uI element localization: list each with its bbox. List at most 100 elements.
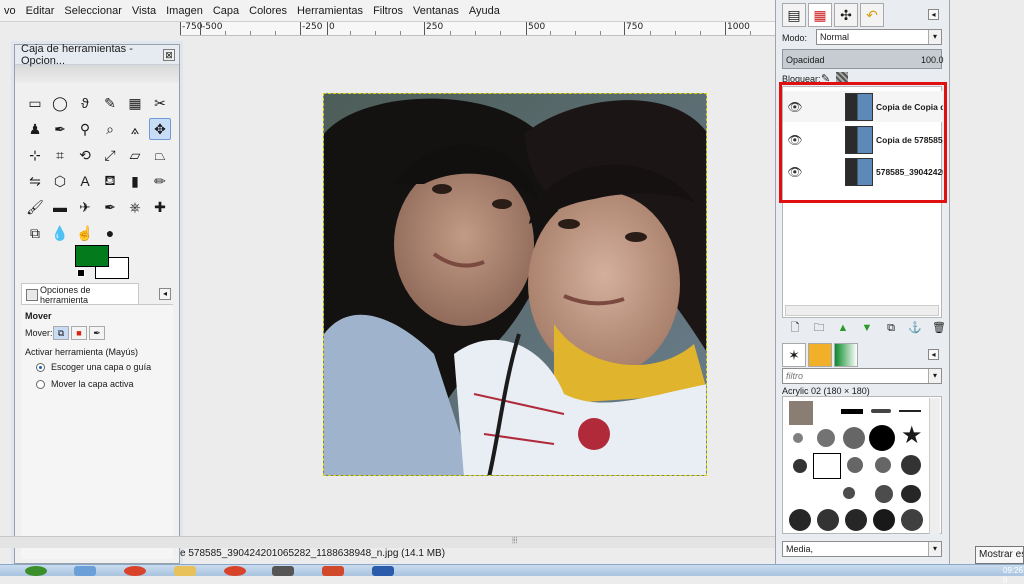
move-icon[interactable]: ✥ (149, 118, 171, 140)
menu-layer[interactable]: Capa (209, 5, 245, 17)
taskbar-powerpoint-icon[interactable] (322, 566, 344, 576)
taskbar-chrome-icon-2[interactable] (224, 566, 246, 576)
heal-icon[interactable]: ✚ (149, 196, 171, 218)
perspective-clone-icon[interactable]: ⧉ (24, 222, 46, 244)
star-brush-icon[interactable]: ★ (901, 423, 923, 449)
brush-item[interactable] (901, 509, 923, 531)
bucket-fill-icon[interactable]: ⛾ (99, 170, 121, 192)
duplicate-layer-icon[interactable]: ⧉ (882, 320, 900, 336)
start-button-icon[interactable] (25, 566, 47, 576)
layers-tab-icon[interactable]: ▤ (782, 3, 806, 27)
raise-layer-icon[interactable]: ▲ (834, 320, 852, 336)
rotate-icon[interactable]: ⟲ (74, 144, 96, 166)
lower-layer-icon[interactable]: ▼ (858, 320, 876, 336)
blur-icon[interactable]: 💧 (49, 222, 71, 244)
shear-icon[interactable]: ▱ (124, 144, 146, 166)
move-layer-button[interactable]: ⧉ (53, 326, 69, 340)
image-canvas[interactable] (323, 93, 707, 476)
menu-windows[interactable]: Ventanas (409, 5, 465, 17)
brush-item[interactable] (817, 509, 839, 531)
lasso-icon[interactable]: ϑ (74, 92, 96, 114)
airbrush-icon[interactable]: ✈ (74, 196, 96, 218)
brush-item[interactable] (845, 509, 867, 531)
tab-tool-options[interactable]: Opciones de herramienta (21, 283, 139, 305)
dock-menu-arrow-icon[interactable]: ◂ (928, 349, 939, 360)
rect-select-icon[interactable]: ▭ (24, 92, 46, 114)
brush-item[interactable] (817, 429, 835, 447)
close-icon[interactable]: ⊠ (163, 49, 175, 61)
brush-item[interactable] (789, 509, 811, 531)
paintbrush-icon[interactable]: 🖌 (24, 196, 46, 218)
gradients-tab-icon[interactable] (834, 343, 858, 367)
new-layer-group-icon[interactable]: 🗀 (810, 320, 828, 336)
mode-select[interactable]: Normal ▾ (816, 29, 942, 45)
delete-layer-icon[interactable]: 🗑 (930, 320, 948, 336)
clone-icon[interactable]: ⎈ (124, 196, 146, 218)
brush-item[interactable] (899, 410, 921, 412)
taskbar-folder-icon[interactable] (174, 566, 196, 576)
move-active-layer-radio[interactable] (36, 380, 45, 389)
paths-tab-icon[interactable]: ✣ (834, 3, 858, 27)
brush-item[interactable] (793, 459, 807, 473)
brush-item[interactable] (843, 427, 865, 449)
color-select-icon[interactable]: ▦ (124, 92, 146, 114)
pencil-icon[interactable]: ✏ (149, 170, 171, 192)
channels-tab-icon[interactable]: ▦ (808, 3, 832, 27)
brush-item[interactable] (871, 409, 891, 413)
menu-select[interactable]: Seleccionar (60, 5, 127, 17)
brush-item[interactable] (843, 487, 855, 499)
text-icon[interactable]: A (74, 170, 96, 192)
brush-item[interactable] (841, 409, 863, 414)
menu-file-partial[interactable]: vo (0, 5, 22, 17)
default-colors-icon[interactable] (77, 269, 85, 277)
layers-hscrollbar[interactable] (785, 305, 939, 316)
flip-icon[interactable]: ⇋ (24, 170, 46, 192)
pick-layer-radio[interactable] (36, 363, 45, 372)
move-selection-button[interactable]: ■ (71, 326, 87, 340)
taskbar-gimp-icon[interactable] (272, 566, 294, 576)
foreground-color-swatch[interactable] (75, 245, 109, 267)
tab-menu-arrow-icon[interactable]: ◂ (159, 288, 171, 300)
brush-item[interactable] (875, 457, 891, 473)
brush-item[interactable] (901, 455, 921, 475)
brush-grid[interactable]: ★ (782, 396, 942, 534)
menu-tools[interactable]: Herramientas (293, 5, 369, 17)
align-icon[interactable]: ⊹ (24, 144, 46, 166)
anchor-icon[interactable]: ⚓ (906, 320, 924, 336)
eraser-icon[interactable]: ▬ (49, 196, 71, 218)
foreground-select-icon[interactable]: ♟ (24, 118, 46, 140)
zoom-icon[interactable]: ⌕ (99, 118, 121, 140)
undo-tab-icon[interactable]: ↶ (860, 3, 884, 27)
taskbar-word-icon[interactable] (372, 566, 394, 576)
color-picker-icon[interactable]: ⚲ (74, 118, 96, 140)
brush-item[interactable] (875, 485, 893, 503)
opacity-slider[interactable]: Opacidad 100.0 (782, 49, 944, 69)
new-layer-icon[interactable]: 🗋 (786, 320, 804, 336)
brush-item[interactable] (847, 457, 863, 473)
taskbar-chrome-icon[interactable] (124, 566, 146, 576)
menu-view[interactable]: Vista (128, 5, 162, 17)
menu-colors[interactable]: Colores (245, 5, 293, 17)
brushes-tab-icon[interactable]: ✶ (782, 343, 806, 367)
menu-help[interactable]: Ayuda (465, 5, 506, 17)
brush-item[interactable] (901, 485, 921, 503)
scale-icon[interactable]: ⤢ (99, 144, 121, 166)
paths-icon[interactable]: ✒ (49, 118, 71, 140)
menu-edit[interactable]: Editar (22, 5, 61, 17)
crop-icon[interactable]: ⌗ (49, 144, 71, 166)
measure-icon[interactable]: ⟑ (124, 118, 146, 140)
perspective-icon[interactable]: ⏢ (149, 144, 171, 166)
ellipse-select-icon[interactable]: ◯ (49, 92, 71, 114)
blend-icon[interactable]: ▮ (124, 170, 146, 192)
fuzzy-select-icon[interactable]: ✎ (99, 92, 121, 114)
dock-menu-arrow-icon[interactable]: ◂ (928, 9, 939, 20)
brush-filter-input[interactable]: filtro ▾ (782, 368, 942, 384)
horizontal-scrollbar[interactable]: ⦙⦙⦙ (0, 536, 775, 548)
move-path-button[interactable]: ✒ (89, 326, 105, 340)
brush-item[interactable] (793, 433, 803, 443)
taskbar-explorer-icon[interactable] (74, 566, 96, 576)
menu-image[interactable]: Imagen (162, 5, 209, 17)
brush-item[interactable] (869, 425, 895, 451)
brush-size-select[interactable]: Media, ▾ (782, 541, 942, 557)
ink-icon[interactable]: ✒ (99, 196, 121, 218)
